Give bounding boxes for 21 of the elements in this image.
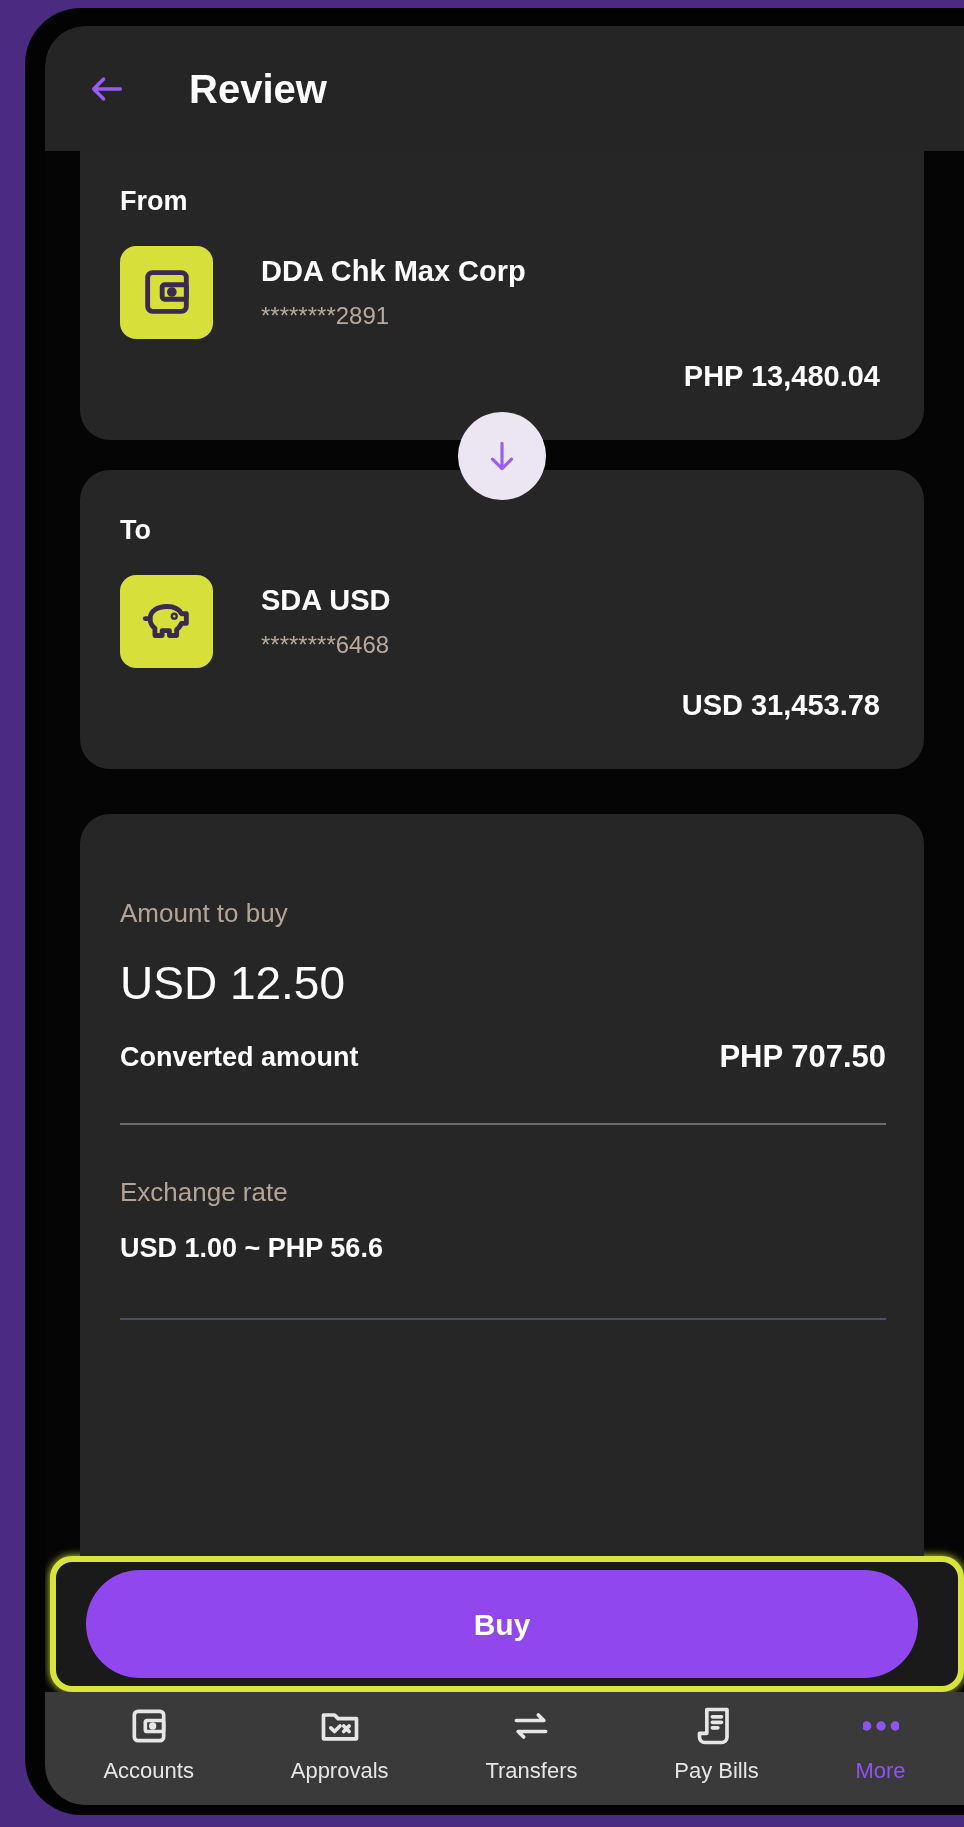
account-balance: PHP 13,480.04 <box>682 358 880 394</box>
converted-value: PHP 707.50 <box>719 1038 886 1076</box>
nav-tab[interactable]: Pay Bills <box>670 1704 763 1787</box>
buy-button[interactable]: Buy <box>86 1570 918 1678</box>
exchange-rate-label: Exchange rate <box>120 1175 289 1209</box>
nav-tab[interactable]: Transfers <box>481 1704 582 1787</box>
account-name: SDA USD <box>261 583 391 619</box>
page-title: Review <box>189 65 327 113</box>
account-balance: USD 31,453.78 <box>680 687 880 723</box>
account-number: ********6468 <box>261 629 391 660</box>
exchange-rate-value: USD 1.00 ~ PHP 56.6 <box>120 1231 384 1265</box>
account-name: DDA Chk Max Corp <box>261 254 526 290</box>
nav-tab[interactable]: Approvals <box>286 1704 393 1787</box>
amount-label: Amount to buy <box>120 897 289 930</box>
from-label: From <box>120 185 189 218</box>
amount-value: USD 12.50 <box>120 956 346 1011</box>
more-icon <box>862 1720 899 1732</box>
to-label: To <box>120 514 152 547</box>
account-number: ********2891 <box>261 300 391 331</box>
nav-tab[interactable]: Accounts <box>99 1704 198 1787</box>
converted-label: Converted amount <box>120 1041 359 1074</box>
